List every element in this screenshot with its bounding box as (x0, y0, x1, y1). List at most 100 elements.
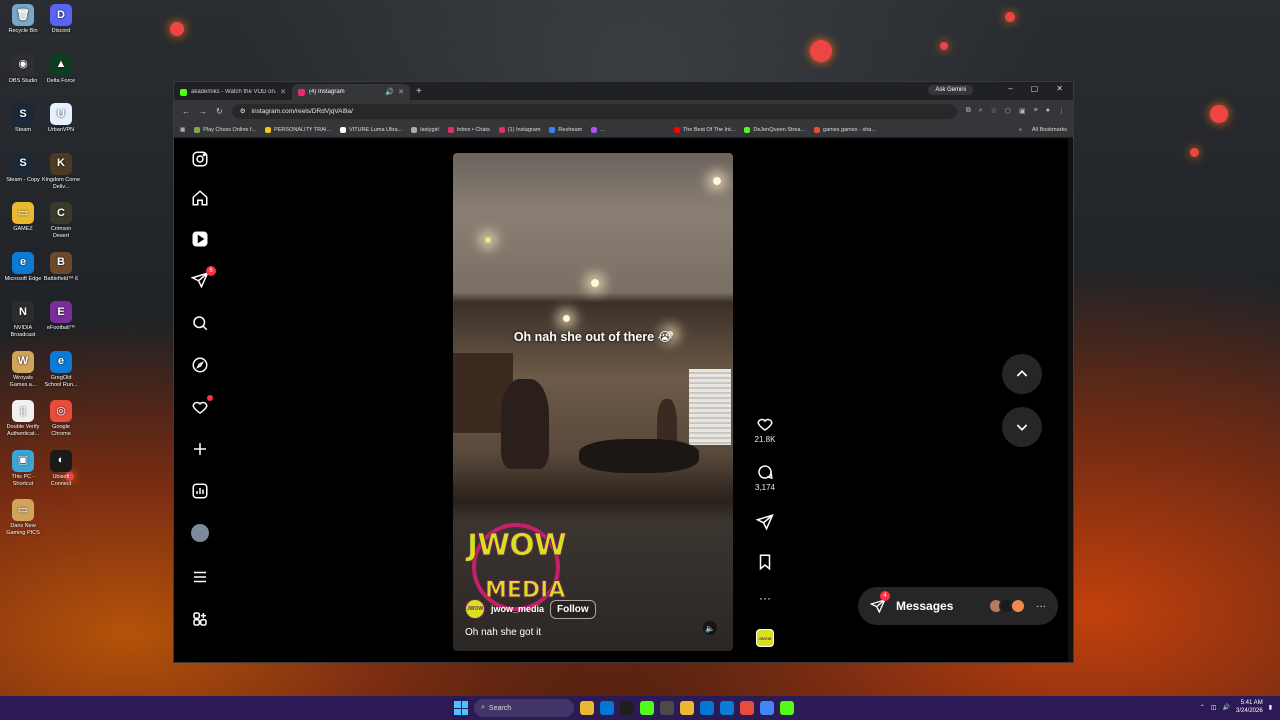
notifications-icon[interactable]: ▮ (1269, 704, 1272, 711)
desktop-icon[interactable]: ◎ Google Chrome (42, 400, 80, 438)
taskbar-app-icon[interactable] (580, 701, 594, 715)
back-arrow-icon[interactable]: ← (182, 107, 190, 116)
author-avatar[interactable]: JWOW (465, 599, 485, 619)
bookmarks-overflow-icon[interactable]: » (1019, 127, 1022, 133)
windows-start-icon[interactable] (454, 701, 468, 715)
close-window-button[interactable]: ✕ (1056, 84, 1063, 93)
previous-reel-button[interactable] (1002, 354, 1042, 394)
taskbar-app-icon[interactable] (660, 701, 674, 715)
tab-akademiks[interactable]: akademiks - Watch the VOD on... ✕ (174, 84, 292, 100)
install-app-icon[interactable]: ⧉ (966, 107, 971, 115)
original-audio-thumbnail[interactable]: JWOW (756, 629, 774, 647)
tab-instagram[interactable]: (4) Instagram 🔊 ✕ (292, 84, 410, 100)
taskbar-app-icon[interactable] (600, 701, 614, 715)
notifications-icon[interactable] (190, 395, 213, 417)
desktop-icon[interactable]: ▯ Double Verify Authenticat... (4, 400, 42, 438)
site-info-icon[interactable]: ⚙ (240, 107, 246, 115)
taskbar-app-icon[interactable] (780, 701, 794, 715)
desktop-icon[interactable]: 🗑 Recycle Bin (4, 4, 42, 35)
desktop-icon[interactable]: S Steam (4, 103, 42, 134)
reel-video[interactable]: Oh nah she out of there 😭 JWOW MEDIA JWO… (453, 153, 733, 651)
bookmark-item[interactable]: (1) Instagram (498, 126, 540, 133)
taskbar-app-icon[interactable] (700, 701, 714, 715)
taskbar-app-icon[interactable] (680, 701, 694, 715)
bookmark-item[interactable]: DeJenQueen Strea... (744, 126, 805, 133)
forward-arrow-icon[interactable]: → (199, 107, 207, 116)
more-options-icon[interactable]: ··· (750, 591, 780, 605)
desktop-icon[interactable]: ◐ Ubisoft Connect (42, 449, 80, 488)
bookmark-item[interactable]: ... (591, 126, 605, 133)
page-scrollbar[interactable] (1068, 139, 1073, 662)
heart-icon[interactable] (756, 415, 774, 433)
zoom-icon[interactable]: ⌕ (979, 107, 983, 115)
create-icon[interactable] (190, 439, 210, 459)
comment-icon[interactable] (756, 463, 774, 481)
desktop-icon[interactable]: e GregOld School Run... (42, 350, 80, 389)
network-icon[interactable]: ◫ (1211, 704, 1217, 711)
desktop-icon[interactable]: ▭ Dans New Gaming PICS (4, 499, 42, 537)
minimize-button[interactable]: – (1008, 84, 1012, 93)
like-count[interactable]: 21.8K (750, 435, 780, 444)
messages-more-icon[interactable]: ··· (1036, 601, 1046, 612)
profile-avatar[interactable] (190, 523, 210, 543)
desktop-icon[interactable]: S Steam - Copy (4, 152, 42, 184)
taskbar-app-icon[interactable] (620, 701, 634, 715)
bookmark-item[interactable]: VITURE Luma Ultra... (340, 126, 402, 133)
sidepanel-icon[interactable]: ▣ (1019, 107, 1026, 115)
desktop-icon[interactable]: ▭ GAMEZ (4, 202, 42, 233)
taskbar-app-icon[interactable] (760, 701, 774, 715)
maximize-button[interactable]: ▢ (1031, 84, 1039, 93)
messages-panel-button[interactable]: 4 Messages ··· (858, 587, 1058, 625)
close-tab-icon[interactable]: ✕ (398, 88, 404, 96)
reel-caption[interactable]: Oh nah she got it (465, 627, 541, 638)
desktop-icon[interactable]: ▣ This PC - Shortcut (4, 449, 42, 488)
bookmark-item[interactable]: lastygirl (411, 126, 439, 133)
taskbar-app-icon[interactable] (640, 701, 654, 715)
instagram-logo-icon[interactable] (190, 149, 210, 169)
follow-button[interactable]: Follow (550, 599, 596, 619)
address-bar[interactable]: ⚙ instagram.com/reels/DRdVjqVAl9a/ (231, 103, 957, 119)
tray-overflow-icon[interactable]: ⌃ (1200, 704, 1205, 711)
all-bookmarks-button[interactable]: All Bookmarks (1032, 127, 1067, 133)
next-reel-button[interactable] (1002, 407, 1042, 447)
bookmark-star-icon[interactable]: ☆ (991, 107, 997, 115)
browser-menu-icon[interactable]: ⋮ (1058, 107, 1065, 115)
desktop-icon[interactable]: N NVIDIA Broadcast (4, 301, 42, 339)
reload-icon[interactable]: ↻ (216, 107, 223, 116)
desktop-icon[interactable]: EeFootball™ (42, 301, 80, 332)
clock[interactable]: 5:41 AM 3/24/2026 (1236, 699, 1263, 715)
cast-icon[interactable]: ≡ (1034, 107, 1038, 115)
desktop-icon[interactable]: ▲ Delta Force (42, 53, 80, 85)
ask-gemini-button[interactable]: Ask Gemini (928, 85, 973, 95)
bookmark-item[interactable]: Restream (549, 126, 582, 133)
bookmark-item[interactable]: The Best Of The Int... (673, 126, 735, 133)
taskbar-app-icon[interactable] (740, 701, 754, 715)
author-username[interactable]: jwow_media (491, 604, 544, 614)
extension-icon[interactable]: ⬡ (1005, 107, 1011, 115)
desktop-icon[interactable]: K Kingdom Come Deliv... (42, 152, 80, 191)
desktop-icon[interactable]: B Battlefield™ 6 (42, 251, 80, 283)
desktop-icon[interactable]: ◉ OBS Studio (4, 53, 42, 85)
send-icon[interactable] (756, 513, 774, 531)
desktop-icon[interactable]: U UrbanVPN (42, 103, 80, 134)
also-from-meta-icon[interactable] (190, 609, 210, 629)
close-tab-icon[interactable]: ✕ (280, 88, 286, 96)
bookmark-item[interactable]: Inbox • Chats (447, 126, 490, 133)
comment-count[interactable]: 3,174 (750, 483, 780, 492)
volume-icon[interactable]: 🔊 (1223, 704, 1230, 711)
taskbar-app-icon[interactable] (720, 701, 734, 715)
apps-grid-icon[interactable]: ▦ (180, 127, 185, 133)
desktop-icon[interactable]: e Microsoft Edge (4, 251, 42, 283)
home-icon[interactable] (190, 188, 210, 208)
more-menu-icon[interactable] (190, 567, 210, 587)
bookmark-item[interactable]: PERSONALITY TRAI... (265, 126, 331, 133)
explore-icon[interactable] (190, 355, 210, 375)
bookmark-item[interactable]: Play Chess Online f... (194, 126, 256, 133)
taskbar-search[interactable]: ⌕ Search (474, 699, 574, 717)
sound-toggle-icon[interactable]: 🔈 (703, 621, 717, 635)
new-tab-button[interactable]: + (416, 86, 422, 97)
speaker-icon[interactable]: 🔊 (385, 88, 394, 96)
bookmark-icon[interactable] (756, 553, 774, 571)
desktop-icon[interactable]: D Discord (42, 4, 80, 35)
desktop-icon[interactable]: C Crimson Desert (42, 202, 80, 240)
